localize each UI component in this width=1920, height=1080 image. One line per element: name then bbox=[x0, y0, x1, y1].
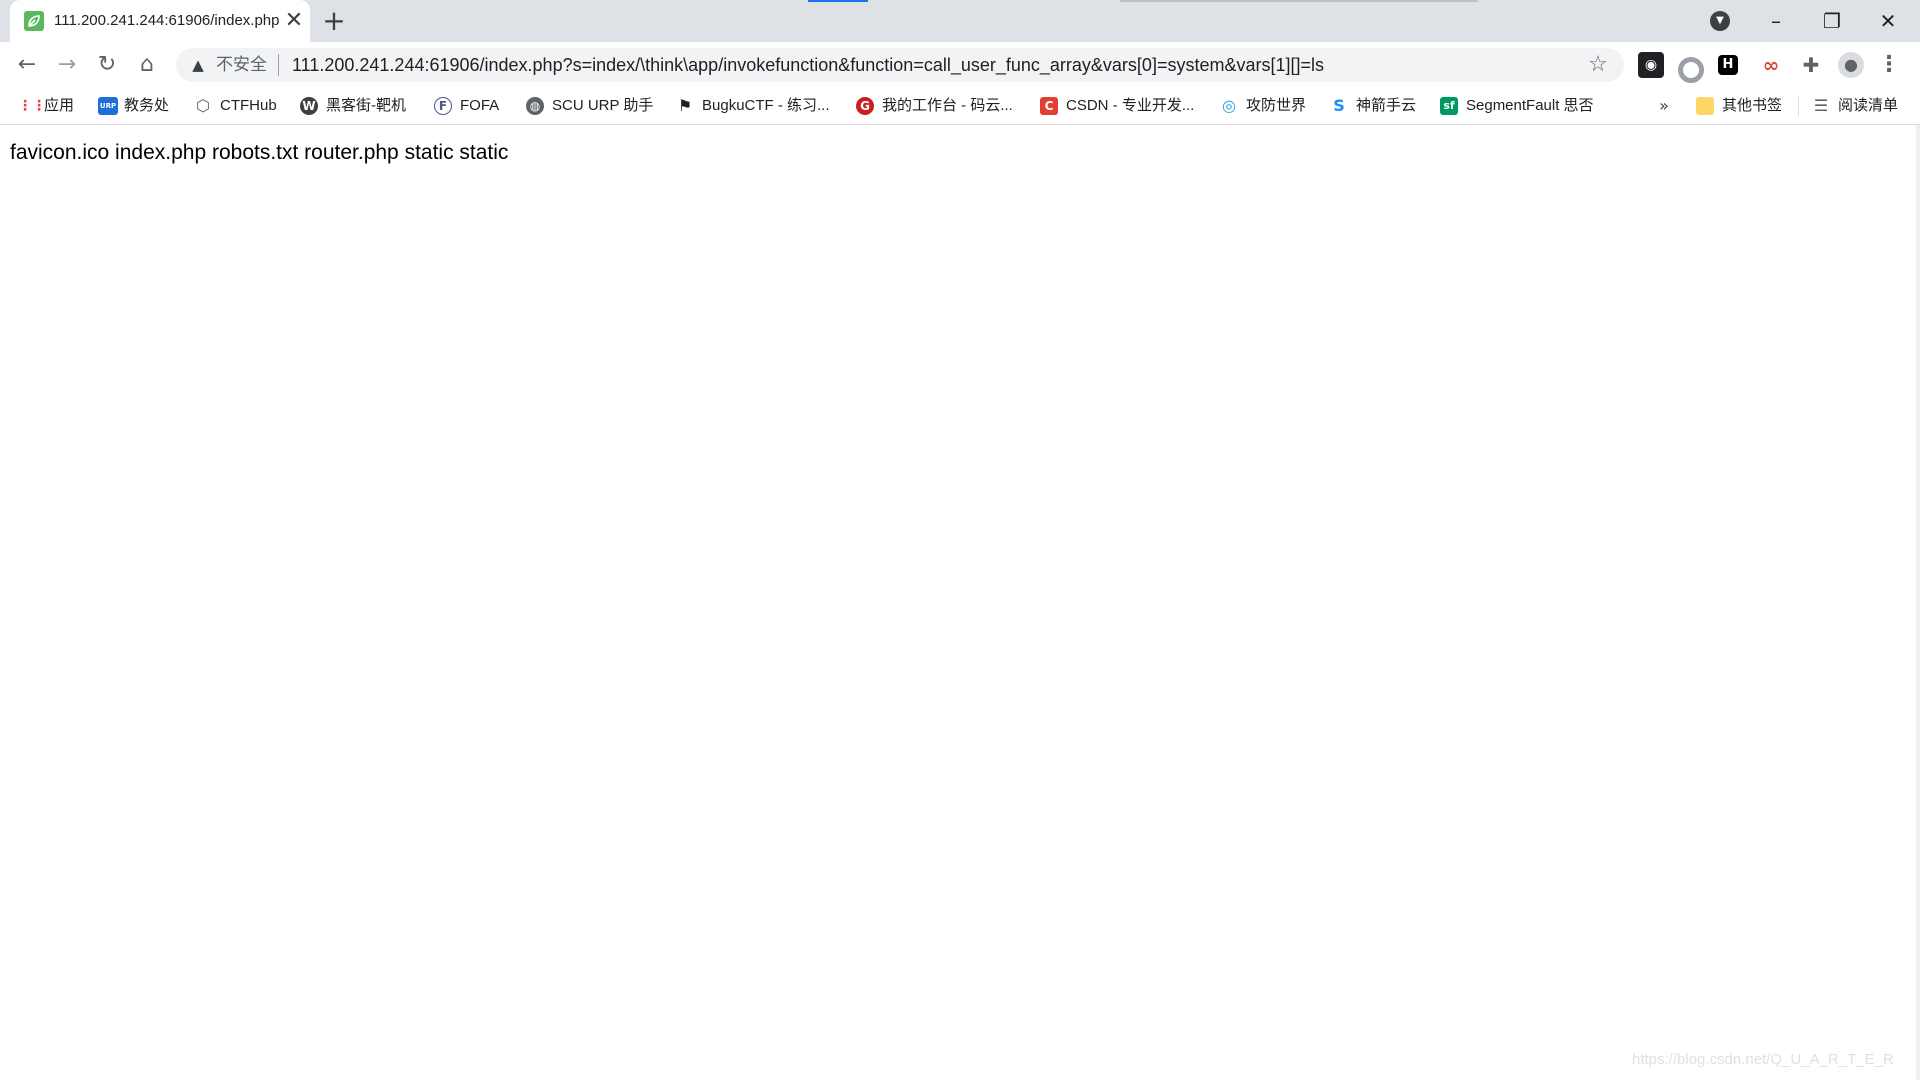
home-icon[interactable]: ⌂ bbox=[132, 50, 162, 80]
bookmark-label: SegmentFault 思否 bbox=[1466, 97, 1594, 114]
ctfhub-icon: ⬡ bbox=[194, 97, 212, 115]
browser-window: 111.200.241.244:61906/index.php ✕ + ▼ – … bbox=[0, 0, 1920, 1080]
page-content: favicon.ico index.php robots.txt router.… bbox=[0, 125, 1920, 1080]
infinity-extension-icon[interactable]: ∞ bbox=[1758, 52, 1784, 78]
urp-icon: URP bbox=[98, 97, 118, 115]
tab-title: 111.200.241.244:61906/index.php bbox=[54, 12, 280, 29]
circle-extension-icon[interactable] bbox=[1678, 57, 1704, 83]
new-tab-plus-icon[interactable]: + bbox=[320, 7, 348, 35]
tab-active[interactable]: 111.200.241.244:61906/index.php ✕ bbox=[10, 0, 310, 42]
bookmarks-bar: ⋮⋮ 应用 URP 教务处 ⬡ CTFHub W 黑客街-靶机 F FOFA ◍… bbox=[0, 88, 1920, 125]
folder-icon bbox=[1696, 97, 1714, 115]
command-output-text: favicon.ico index.php robots.txt router.… bbox=[10, 141, 509, 164]
flag-icon: ⚑ bbox=[676, 96, 694, 115]
segmentfault-icon: sf bbox=[1440, 97, 1458, 115]
address-separator bbox=[278, 54, 279, 76]
fofa-icon: F bbox=[434, 97, 452, 115]
adworld-icon: ◎ bbox=[1220, 97, 1238, 115]
url-text[interactable]: 111.200.241.244:61906/index.php?s=index/… bbox=[292, 55, 1562, 75]
bookmark-label: CSDN - 专业开发... bbox=[1066, 97, 1195, 114]
bookmark-label: 其他书签 bbox=[1722, 97, 1783, 114]
bookmark-label: CTFHub bbox=[220, 97, 277, 114]
not-secure-warning-icon[interactable]: ▲ bbox=[188, 55, 208, 75]
kebab-menu-icon[interactable]: ⋮ bbox=[1876, 52, 1902, 78]
shenjianshou-icon: S bbox=[1330, 97, 1348, 115]
reading-list-icon: ☰ bbox=[1812, 96, 1830, 115]
bookmarks-overflow-icon[interactable]: » bbox=[1654, 96, 1674, 116]
h-extension-icon[interactable]: H bbox=[1718, 55, 1738, 75]
tab-strip-shadow bbox=[1120, 0, 1478, 2]
leaf-favicon-icon bbox=[24, 11, 44, 31]
browser-toolbar: ← → ↻ ⌂ ▲ 不安全 111.200.241.244:61906/inde… bbox=[0, 42, 1920, 88]
tab-search-chevron-icon[interactable]: ▼ bbox=[1710, 11, 1730, 31]
csdn-icon: C bbox=[1040, 97, 1058, 115]
window-restore-icon[interactable]: ❐ bbox=[1812, 5, 1852, 37]
scrollbar-track[interactable] bbox=[1916, 125, 1920, 1080]
profile-avatar-icon[interactable]: ● bbox=[1838, 52, 1864, 78]
watermark-text: https://blog.csdn.net/Q_U_A_R_T_E_R bbox=[1632, 1051, 1894, 1068]
address-bar[interactable]: ▲ 不安全 111.200.241.244:61906/index.php?s=… bbox=[176, 48, 1624, 82]
back-arrow-icon[interactable]: ← bbox=[12, 50, 42, 80]
security-status-label[interactable]: 不安全 bbox=[216, 56, 267, 74]
bookmark-star-icon[interactable]: ☆ bbox=[1586, 53, 1610, 77]
forward-arrow-icon[interactable]: → bbox=[52, 50, 82, 80]
window-minimize-icon[interactable]: – bbox=[1756, 5, 1796, 37]
bookmarks-divider bbox=[1798, 96, 1799, 116]
puzzle-extensions-icon[interactable]: ✚ bbox=[1798, 52, 1824, 78]
bookmark-label: 阅读清单 bbox=[1838, 97, 1899, 114]
wordpress-icon: W bbox=[300, 97, 318, 115]
bookmark-label: 攻防世界 bbox=[1246, 97, 1307, 114]
tab-strip: 111.200.241.244:61906/index.php ✕ + ▼ – … bbox=[0, 0, 1920, 42]
bookmark-label: 应用 bbox=[44, 97, 75, 114]
globe-icon: ◍ bbox=[526, 97, 544, 115]
bookmark-label: SCU URP 助手 bbox=[552, 97, 654, 114]
bookmark-label: 神箭手云 bbox=[1356, 97, 1417, 114]
reload-icon[interactable]: ↻ bbox=[92, 50, 122, 80]
bookmark-label: BugkuCTF - 练习... bbox=[702, 97, 830, 114]
gitee-icon: G bbox=[856, 97, 874, 115]
bookmark-label: 我的工作台 - 码云... bbox=[882, 97, 1013, 114]
ghost-extension-icon[interactable]: ◉ bbox=[1638, 52, 1664, 78]
apps-grid-icon: ⋮⋮ bbox=[18, 97, 46, 115]
tab-close-icon[interactable]: ✕ bbox=[282, 9, 306, 33]
bookmark-label: 黑客街-靶机 bbox=[326, 97, 406, 114]
bookmark-label: FOFA bbox=[460, 97, 500, 114]
bookmark-label: 教务处 bbox=[124, 97, 170, 114]
tab-loading-indicator bbox=[808, 0, 868, 2]
window-close-icon[interactable]: ✕ bbox=[1868, 5, 1908, 37]
